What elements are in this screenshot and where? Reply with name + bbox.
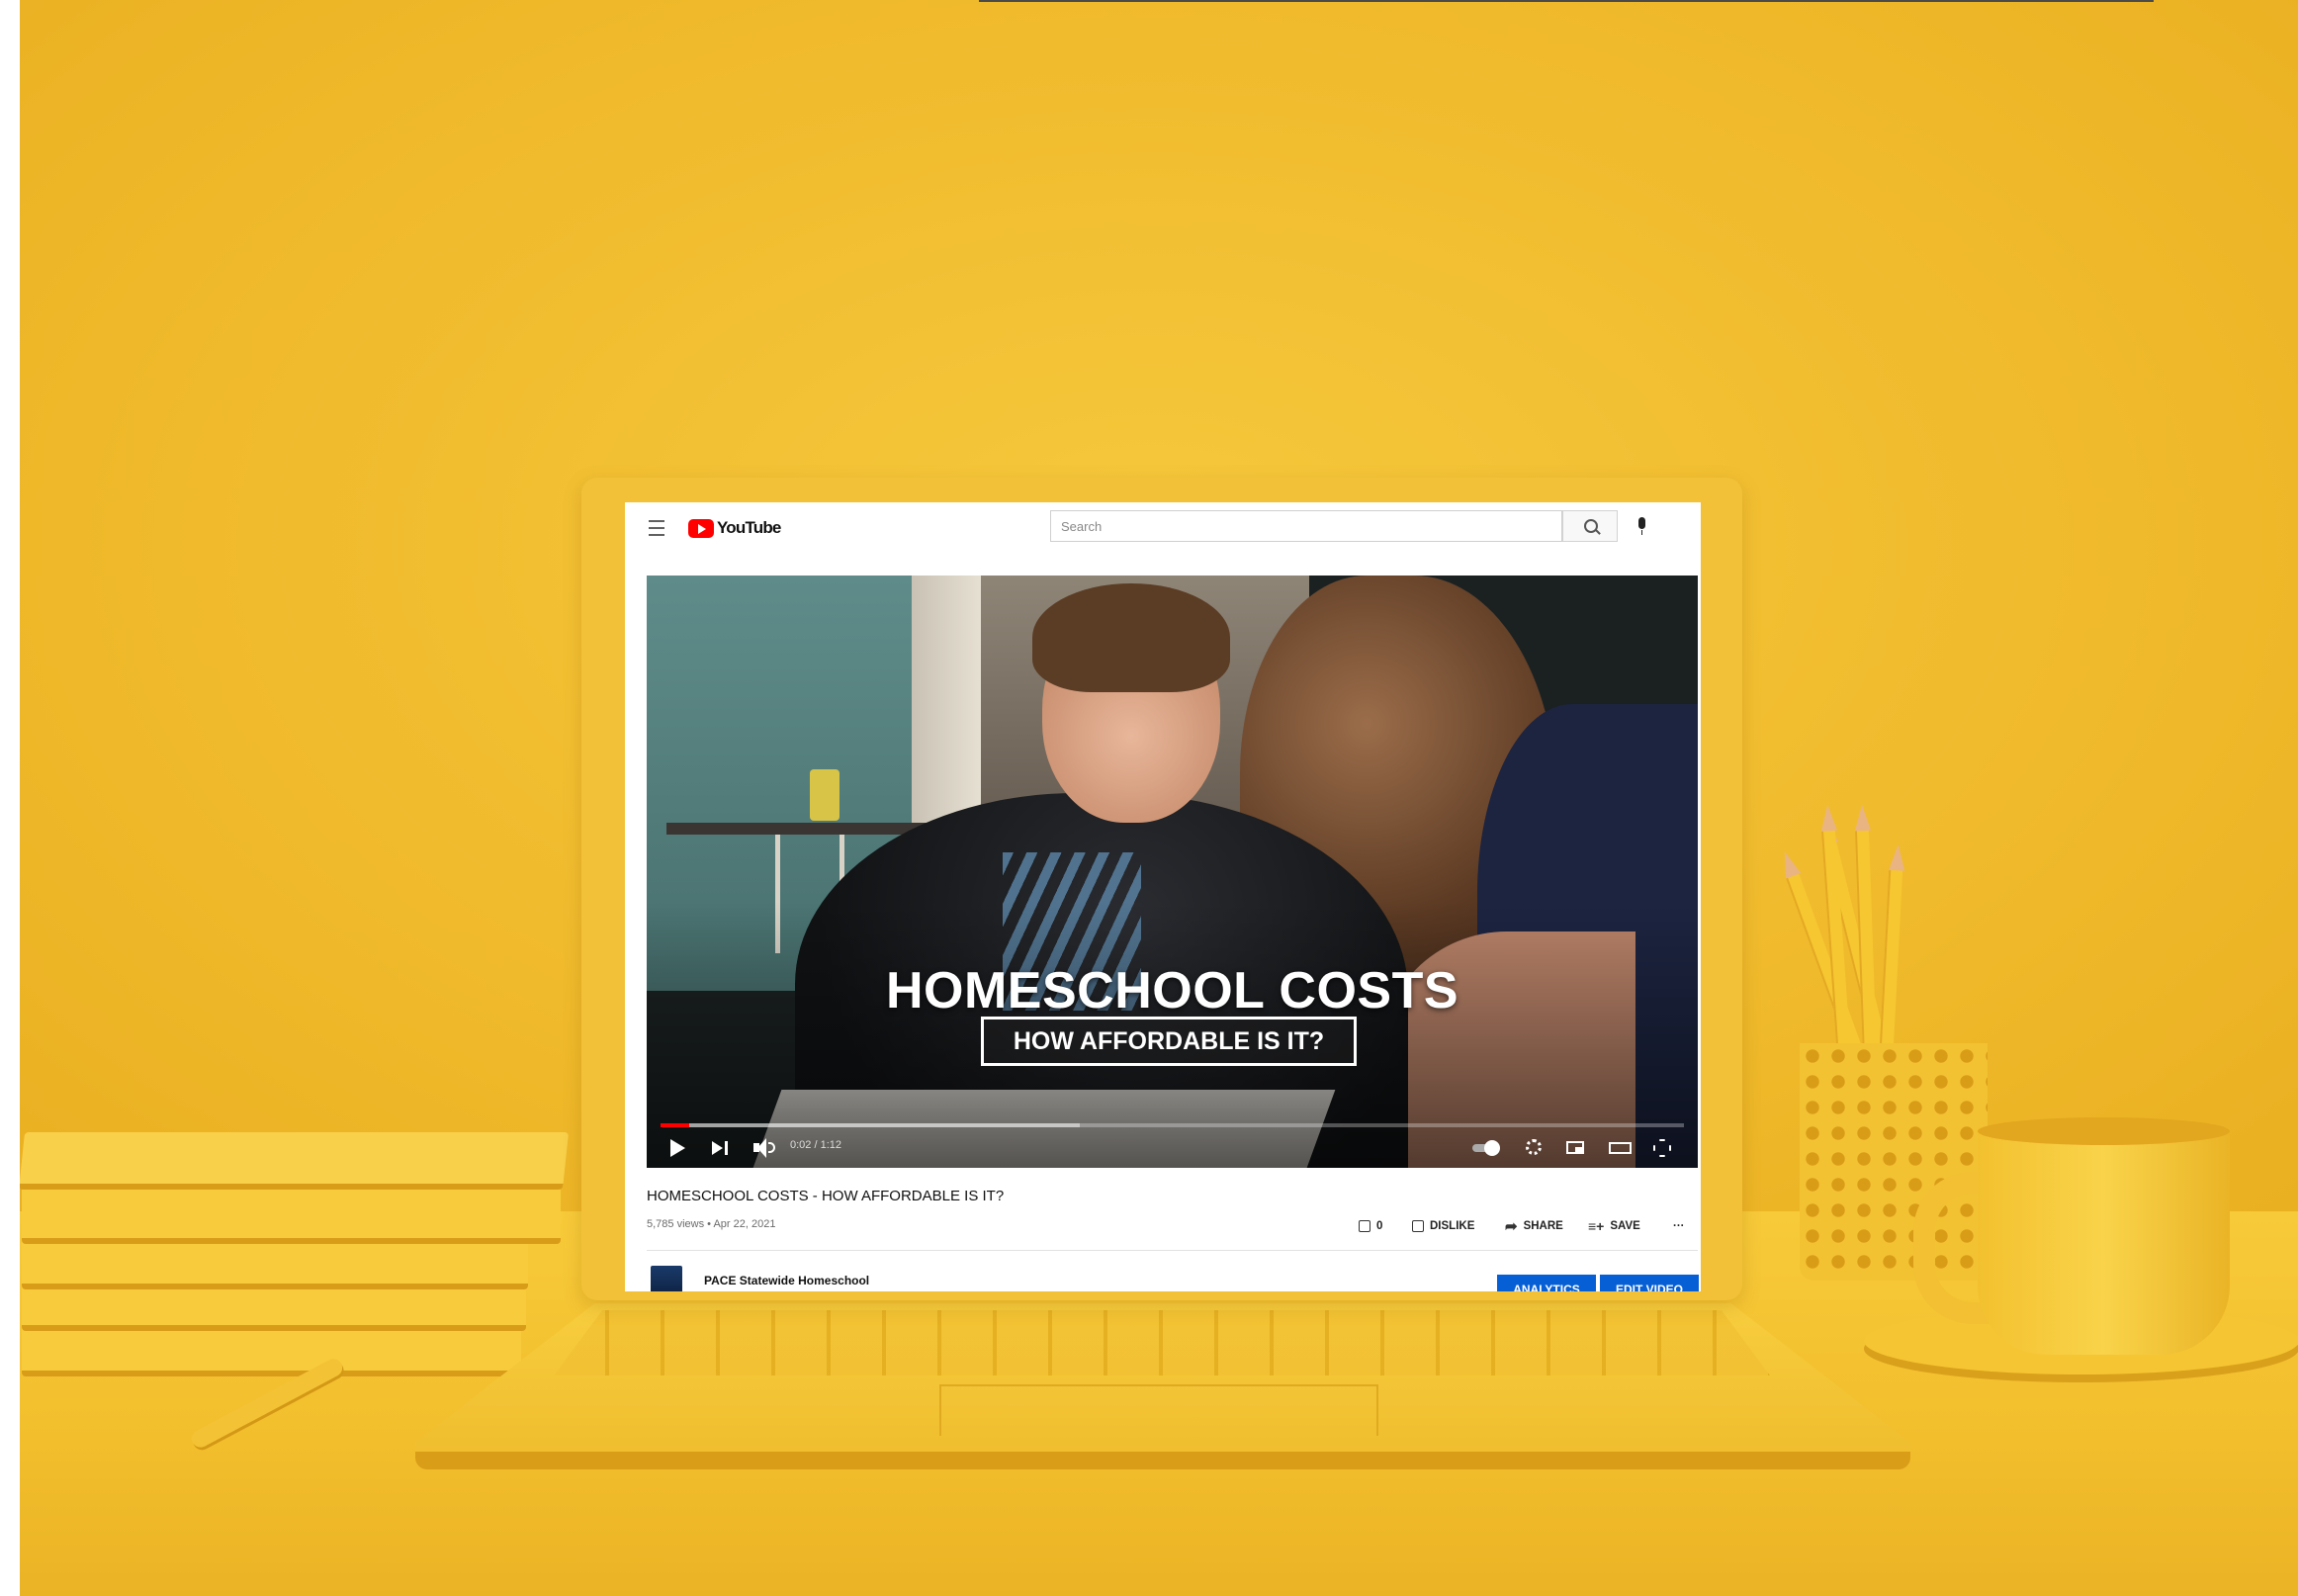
like-button[interactable]: 0 <box>1359 1216 1382 1236</box>
analytics-button[interactable]: ANALYTICS <box>1497 1275 1596 1291</box>
dislike-button[interactable]: DISLIKE <box>1412 1216 1474 1236</box>
share-button[interactable]: ➦ SHARE <box>1505 1216 1563 1236</box>
thumbs-down-icon <box>1412 1220 1424 1232</box>
search-button[interactable] <box>1562 510 1618 542</box>
video-overlay-subtitle: HOW AFFORDABLE IS IT? <box>981 1017 1357 1066</box>
video-meta: 5,785 views • Apr 22, 2021 <box>647 1218 776 1230</box>
video-overlay-title: HOMESCHOOL COSTS <box>885 962 1459 1020</box>
video-frame <box>647 576 1698 1168</box>
search-box <box>1050 510 1562 542</box>
fullscreen-icon[interactable] <box>1653 1137 1673 1159</box>
like-count: 0 <box>1376 1220 1383 1232</box>
channel-avatar[interactable] <box>651 1266 682 1291</box>
microphone-icon <box>1638 517 1645 535</box>
progress-played <box>661 1123 689 1127</box>
save-label: SAVE <box>1610 1220 1640 1232</box>
laptop-screen: YouTube HOMESCHOOL <box>625 502 1701 1291</box>
settings-gear-icon[interactable] <box>1524 1137 1544 1159</box>
search-input[interactable] <box>1051 511 1561 541</box>
more-icon: ··· <box>1673 1220 1685 1232</box>
search-icon <box>1584 519 1598 533</box>
youtube-header: YouTube <box>625 502 1701 552</box>
youtube-play-icon <box>688 518 714 538</box>
youtube-logo[interactable]: YouTube <box>688 517 781 539</box>
share-icon: ➦ <box>1505 1217 1518 1235</box>
autoplay-toggle-icon[interactable] <box>1472 1137 1502 1159</box>
channel-name[interactable]: PACE Statewide Homeschool <box>704 1274 869 1287</box>
save-button[interactable]: ≡+ SAVE <box>1588 1216 1640 1236</box>
voice-search-button[interactable] <box>1626 510 1659 542</box>
progress-buffered <box>661 1123 1081 1127</box>
dislike-label: DISLIKE <box>1430 1220 1475 1232</box>
notebook <box>22 1323 521 1376</box>
edit-video-button[interactable]: EDIT VIDEO <box>1600 1275 1699 1291</box>
mug-rim <box>1978 1117 2230 1145</box>
more-actions-button[interactable]: ··· <box>1673 1216 1685 1236</box>
thumbs-up-icon <box>1359 1220 1370 1232</box>
playlist-add-icon: ≡+ <box>1588 1218 1605 1234</box>
laptop-keyboard <box>554 1310 1770 1375</box>
volume-icon[interactable] <box>753 1137 775 1159</box>
next-icon[interactable] <box>712 1137 732 1159</box>
play-icon[interactable] <box>668 1137 688 1159</box>
hamburger-menu-icon[interactable] <box>649 520 664 536</box>
section-divider <box>647 1250 1698 1251</box>
laptop-trackpad <box>939 1384 1378 1436</box>
left-edge-border <box>0 0 20 1596</box>
laptop-base-edge <box>415 1452 1910 1469</box>
notebook <box>18 1132 570 1190</box>
logo-text: YouTube <box>717 518 781 537</box>
notebook <box>22 1238 528 1289</box>
theater-mode-icon[interactable] <box>1609 1137 1633 1159</box>
share-label: SHARE <box>1523 1220 1563 1232</box>
coffee-mug <box>1978 1127 2230 1355</box>
video-player[interactable]: HOMESCHOOL COSTS HOW AFFORDABLE IS IT? 0… <box>647 576 1698 1168</box>
miniplayer-icon[interactable] <box>1566 1137 1588 1159</box>
time-display: 0:02 / 1:12 <box>790 1139 841 1151</box>
top-divider-line <box>979 0 2154 2</box>
video-title: HOMESCHOOL COSTS - HOW AFFORDABLE IS IT? <box>647 1188 1005 1204</box>
progress-bar[interactable] <box>661 1123 1684 1127</box>
